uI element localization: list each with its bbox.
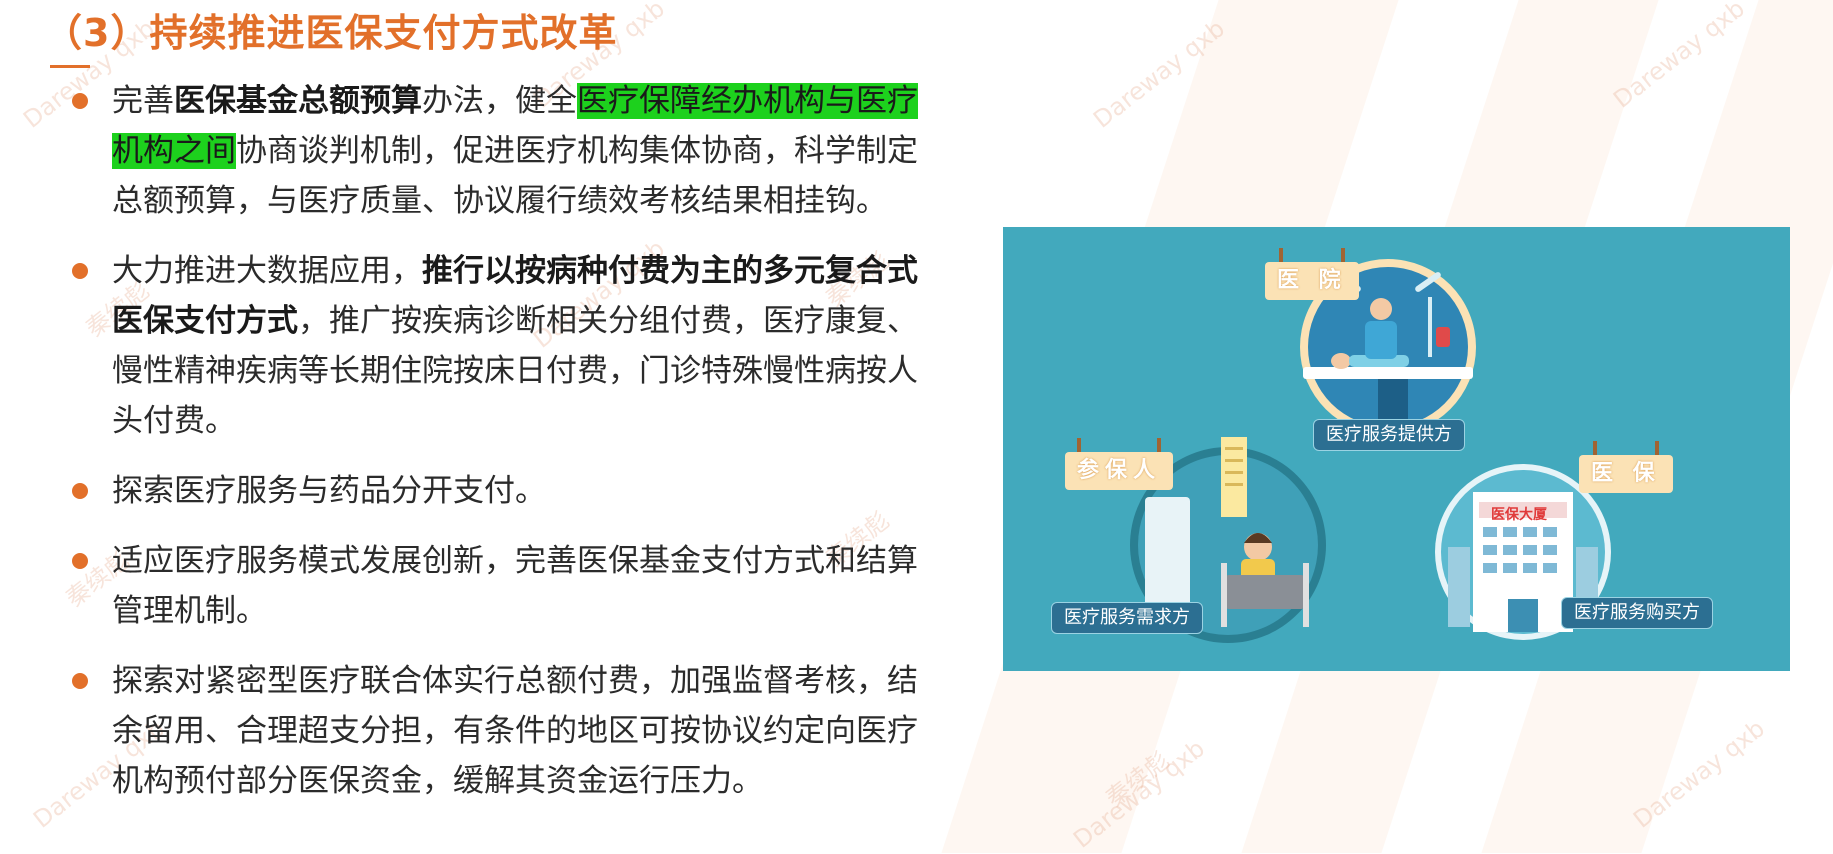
title-underline [50, 65, 90, 68]
bullet-text: 适应医疗服务模式发展创新，完善医保基金支付方式和结算管理机制。 [112, 543, 918, 629]
bullet-dot-icon [72, 93, 88, 109]
building-name-label: 医保大厦 [1491, 507, 1547, 523]
sign-hook-icon [1157, 438, 1162, 452]
bullet-text: 探索医疗服务与药品分开支付。 [112, 473, 546, 509]
text-segment: 办法，健全 [422, 83, 577, 119]
sign-hook-icon [1654, 441, 1659, 455]
purchaser-role-label: 医疗服务购买方 [1561, 597, 1713, 629]
sign-hook-icon [1279, 248, 1283, 262]
bullet-item: 探索医疗服务与药品分开支付。 [68, 466, 948, 516]
bullet-list: 完善医保基金总额预算办法，健全医疗保障经办机构与医疗机构之间协商谈判机制，促进医… [68, 76, 948, 826]
bullet-dot-icon [72, 263, 88, 279]
bullet-text: 大力推进大数据应用，推行以按病种付费为主的多元复合式医保支付方式，推广按疾病诊断… [112, 253, 918, 439]
bullet-text: 完善医保基金总额预算办法，健全医疗保障经办机构与医疗机构之间协商谈判机制，促进医… [112, 83, 918, 219]
insurance-sign-label: 医 保 [1591, 461, 1661, 486]
bullet-item: 完善医保基金总额预算办法，健全医疗保障经办机构与医疗机构之间协商谈判机制，促进医… [68, 76, 948, 226]
insured-sign: 参保人 [1065, 438, 1174, 490]
sign-hook-icon [1077, 438, 1081, 452]
bold-segment: 医保基金总额预算 [174, 83, 422, 119]
bullet-item: 大力推进大数据应用，推行以按病种付费为主的多元复合式医保支付方式，推广按疾病诊断… [68, 246, 948, 446]
text-segment: 大力推进大数据应用， [112, 253, 422, 289]
bullet-dot-icon [72, 483, 88, 499]
sign-hook-icon [1593, 441, 1597, 455]
healthcare-payment-illustration: 医 院 参保人 医 保 医疗服务提供方 医疗服务需求方 医疗服务购买方 医保大厦 [1003, 227, 1790, 671]
insurance-sign: 医 保 [1579, 441, 1673, 493]
sign-hook-icon [1340, 248, 1345, 262]
bullet-item: 适应医疗服务模式发展创新，完善医保基金支付方式和结算管理机制。 [68, 536, 948, 636]
demand-role-label: 医疗服务需求方 [1051, 602, 1203, 634]
hospital-sign-label: 医 院 [1277, 268, 1347, 293]
bullet-dot-icon [72, 553, 88, 569]
bullet-text: 探索对紧密型医疗联合体实行总额付费，加强监督考核，结余留用、合理超支分担，有条件… [112, 663, 918, 799]
hospital-sign: 医 院 [1265, 248, 1359, 300]
text-segment: 完善 [112, 83, 174, 119]
provider-role-label: 医疗服务提供方 [1313, 419, 1465, 451]
bullet-dot-icon [72, 673, 88, 689]
bullet-item: 探索对紧密型医疗联合体实行总额付费，加强监督考核，结余留用、合理超支分担，有条件… [68, 656, 948, 806]
page-title: （3）持续推进医保支付方式改革 [44, 11, 618, 55]
insured-sign-label: 参保人 [1077, 458, 1162, 483]
